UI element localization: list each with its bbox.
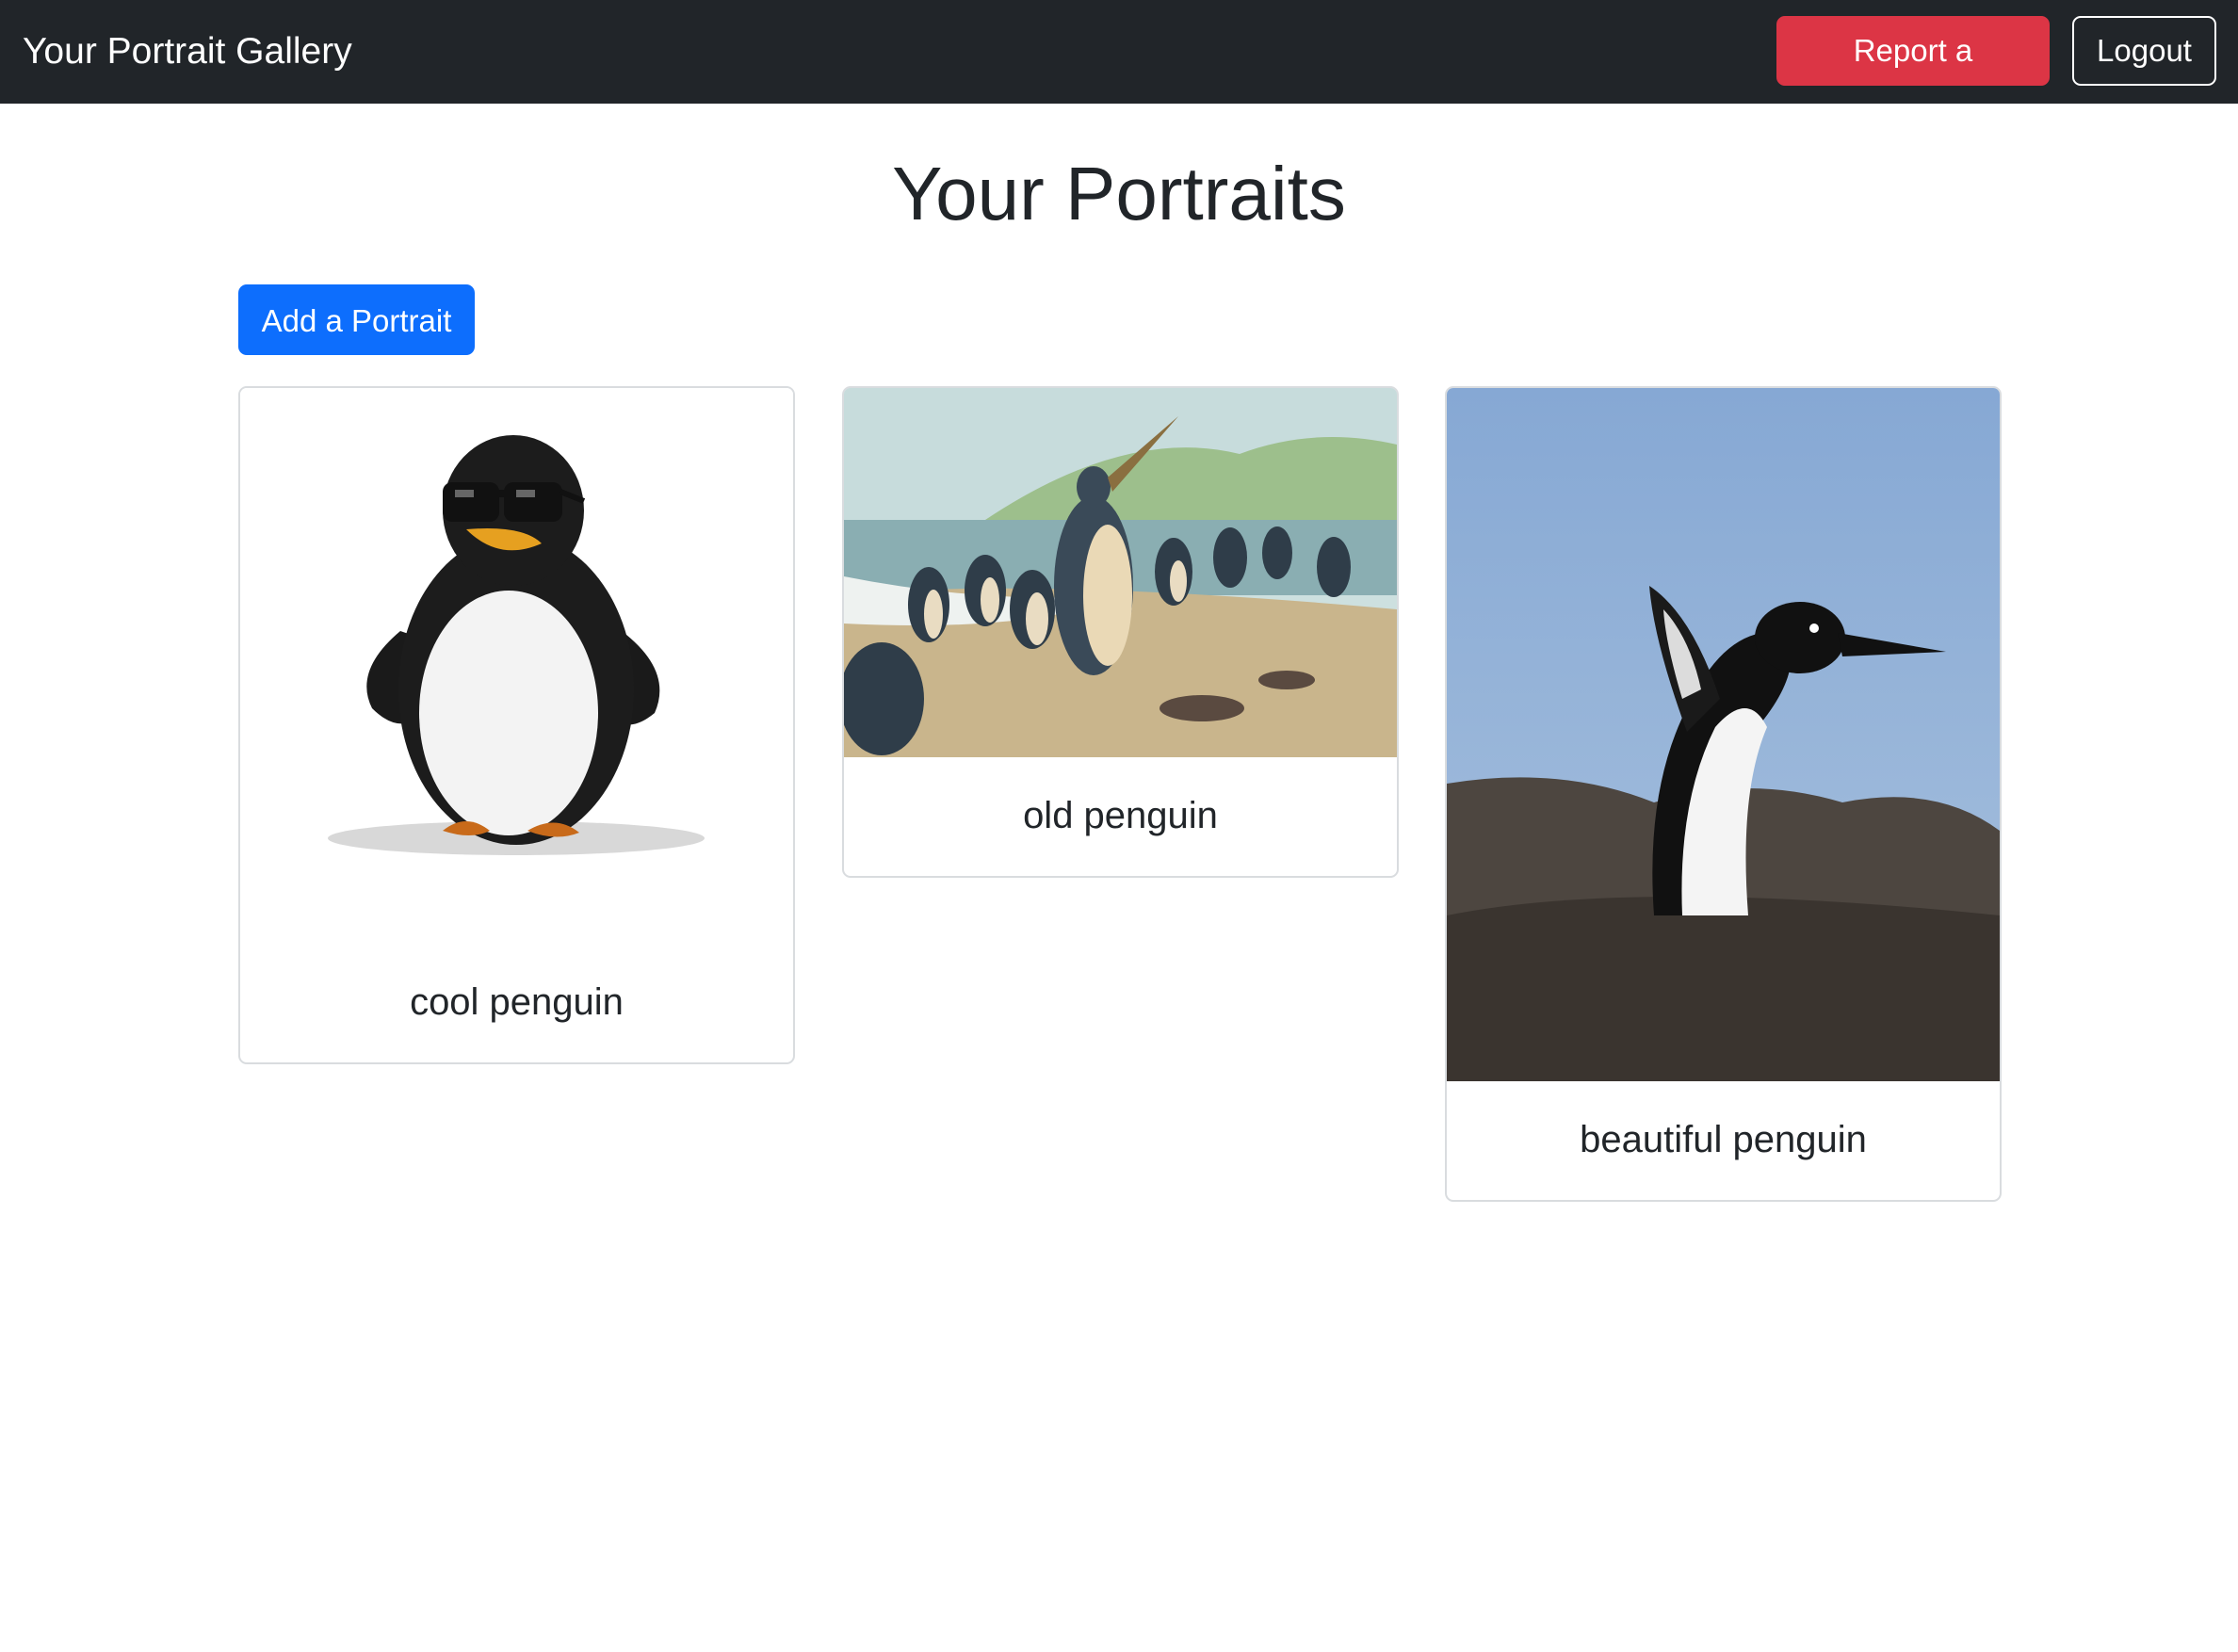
portrait-caption: old penguin [1023,795,1218,836]
portrait-image [1447,388,2000,1081]
brand-title[interactable]: Your Portrait Gallery [23,0,352,104]
portrait-card-beautiful-penguin: beautiful penguin [1445,386,2002,1202]
navbar: Your Portrait Gallery Report a Portrait … [0,0,2238,134]
portrait-card-cool-penguin: cool penguin [238,386,795,1064]
portrait-card-old-penguin: old penguin [842,386,1399,878]
portrait-image [844,388,1397,757]
page-title: Your Portraits [892,152,1346,235]
portrait-caption: cool penguin [410,981,624,1023]
portrait-image [240,388,793,936]
add-portrait-button[interactable]: Add a Portrait [238,284,475,355]
portrait-caption: beautiful penguin [1580,1119,1867,1160]
logout-button[interactable]: Logout [2072,16,2216,86]
report-portrait-button[interactable]: Report a Portrait [1776,16,2050,134]
